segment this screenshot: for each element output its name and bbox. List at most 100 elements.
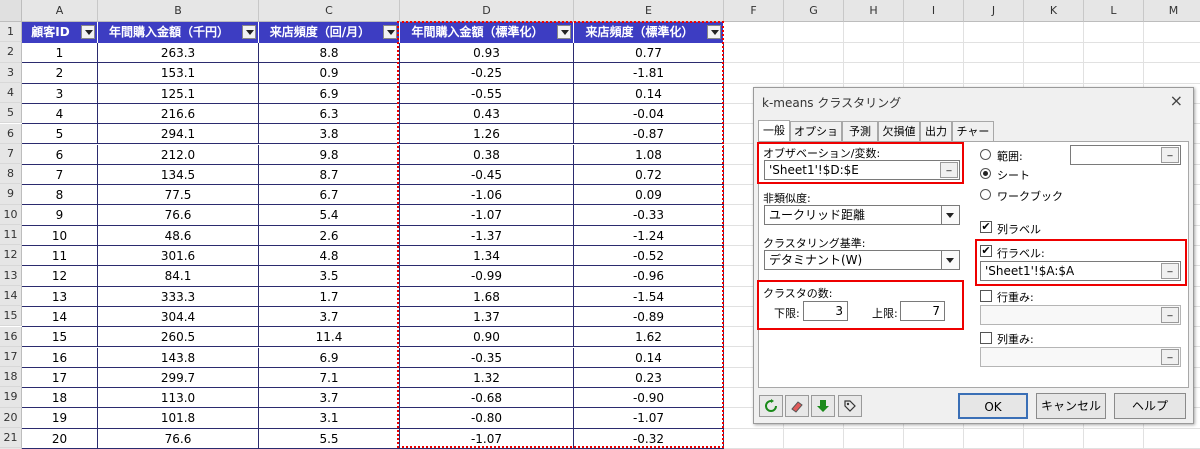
select-all-corner[interactable]	[0, 0, 22, 22]
row-header[interactable]: 4	[0, 82, 22, 104]
table-cell[interactable]: 216.6	[98, 103, 259, 125]
table-cell[interactable]: 1	[22, 43, 98, 64]
table-cell[interactable]: 11.4	[259, 327, 400, 348]
row-header[interactable]: 15	[0, 306, 22, 327]
table-cell[interactable]: 77.5	[98, 185, 259, 206]
table-cell[interactable]: 16	[22, 347, 98, 368]
table-cell[interactable]: 3.1	[259, 408, 400, 429]
table-cell[interactable]: 20	[22, 428, 98, 449]
tab-prediction[interactable]: 予測	[842, 121, 878, 141]
table-cell[interactable]: 4	[22, 103, 98, 125]
table-cell[interactable]: 294.1	[98, 124, 259, 145]
column-header[interactable]: I	[904, 0, 964, 22]
col-weights-checkbox[interactable]	[980, 332, 992, 344]
table-cell[interactable]: 1.7	[259, 286, 400, 307]
column-header[interactable]: A	[22, 0, 98, 22]
cancel-button[interactable]: キャンセル	[1036, 393, 1106, 419]
column-header[interactable]: J	[964, 0, 1024, 22]
empty-cell[interactable]	[1024, 22, 1084, 43]
tag-icon[interactable]	[838, 395, 862, 417]
row-header[interactable]: 6	[0, 123, 22, 144]
row-header[interactable]: 20	[0, 407, 22, 428]
column-header[interactable]: H	[844, 0, 904, 22]
table-cell[interactable]: 84.1	[98, 266, 259, 287]
table-cell[interactable]: 15	[22, 327, 98, 348]
empty-cell[interactable]	[1024, 43, 1084, 64]
table-cell[interactable]: 3.5	[259, 266, 400, 287]
row-header[interactable]: 1	[0, 22, 22, 43]
empty-cell[interactable]	[904, 43, 964, 64]
row-header[interactable]: 18	[0, 367, 22, 388]
table-cell[interactable]: 143.8	[98, 347, 259, 368]
tab-general[interactable]: 一般	[758, 120, 790, 142]
table-cell[interactable]: 76.6	[98, 428, 259, 449]
row-header[interactable]: 9	[0, 184, 22, 205]
row-weights-checkbox[interactable]	[980, 290, 992, 302]
filter-dropdown-icon[interactable]	[383, 25, 397, 39]
table-cell[interactable]: 5.4	[259, 205, 400, 226]
table-cell[interactable]: 3	[22, 83, 98, 104]
table-cell[interactable]: 299.7	[98, 367, 259, 389]
table-cell[interactable]: 101.8	[98, 408, 259, 429]
observations-field[interactable]: 'Sheet1'!$D:$E _	[764, 160, 960, 180]
row-labels-checkbox[interactable]: ✔	[980, 245, 992, 257]
row-header[interactable]: 5	[0, 103, 22, 124]
empty-cell[interactable]	[784, 428, 844, 449]
table-cell[interactable]: 3.7	[259, 388, 400, 409]
row-header[interactable]: 21	[0, 428, 22, 449]
refresh-icon[interactable]	[759, 395, 783, 417]
table-cell[interactable]: 263.3	[98, 43, 259, 64]
column-header[interactable]: E	[574, 0, 724, 22]
dissimilarity-select[interactable]: ユークリッド距離	[764, 205, 960, 225]
range-select-button[interactable]: _	[1161, 349, 1179, 365]
down-arrow-icon[interactable]	[811, 395, 835, 417]
table-cell[interactable]: 11	[22, 246, 98, 267]
empty-cell[interactable]	[964, 22, 1024, 43]
column-header[interactable]: M	[1144, 0, 1200, 22]
row-header[interactable]: 19	[0, 387, 22, 408]
table-cell[interactable]: 3.8	[259, 124, 400, 145]
table-cell[interactable]: 7	[22, 164, 98, 186]
column-header[interactable]: G	[784, 0, 844, 22]
table-cell[interactable]: 333.3	[98, 286, 259, 307]
table-cell[interactable]: 10	[22, 225, 98, 246]
table-cell[interactable]: 76.6	[98, 205, 259, 226]
criterion-select[interactable]: デタミナント(W)	[764, 250, 960, 270]
empty-cell[interactable]	[724, 43, 784, 64]
ok-button[interactable]: OK	[958, 393, 1028, 419]
empty-cell[interactable]	[1084, 428, 1144, 449]
empty-cell[interactable]	[904, 63, 964, 84]
range-select-button[interactable]: _	[1161, 147, 1179, 163]
row-header[interactable]: 10	[0, 204, 22, 225]
table-cell[interactable]: 9.8	[259, 144, 400, 165]
table-cell[interactable]: 153.1	[98, 63, 259, 84]
table-cell[interactable]: 18	[22, 388, 98, 409]
row-header[interactable]: 8	[0, 164, 22, 185]
empty-cell[interactable]	[1024, 63, 1084, 84]
table-cell[interactable]: 48.6	[98, 225, 259, 246]
tab-missing[interactable]: 欠損値	[878, 121, 920, 141]
table-cell[interactable]: 3.7	[259, 306, 400, 328]
table-cell[interactable]: 260.5	[98, 327, 259, 348]
empty-cell[interactable]	[904, 22, 964, 43]
row-header[interactable]: 16	[0, 326, 22, 347]
row-header[interactable]: 11	[0, 225, 22, 246]
range-select-button[interactable]: _	[940, 162, 958, 178]
empty-cell[interactable]	[784, 43, 844, 64]
table-cell[interactable]: 6.3	[259, 103, 400, 125]
table-cell[interactable]: 6	[22, 144, 98, 165]
row-header[interactable]: 7	[0, 143, 22, 165]
table-cell[interactable]: 212.0	[98, 144, 259, 165]
chevron-down-icon[interactable]	[941, 251, 959, 269]
column-header[interactable]: D	[400, 0, 574, 22]
chevron-down-icon[interactable]	[941, 206, 959, 224]
empty-cell[interactable]	[1144, 43, 1200, 64]
table-cell[interactable]: 125.1	[98, 83, 259, 104]
empty-cell[interactable]	[724, 63, 784, 84]
row-header[interactable]: 12	[0, 245, 22, 266]
row-header[interactable]: 14	[0, 285, 22, 307]
upper-input[interactable]: 7	[900, 301, 945, 321]
table-cell[interactable]: 6.9	[259, 347, 400, 368]
table-cell[interactable]: 14	[22, 306, 98, 328]
empty-cell[interactable]	[964, 43, 1024, 64]
